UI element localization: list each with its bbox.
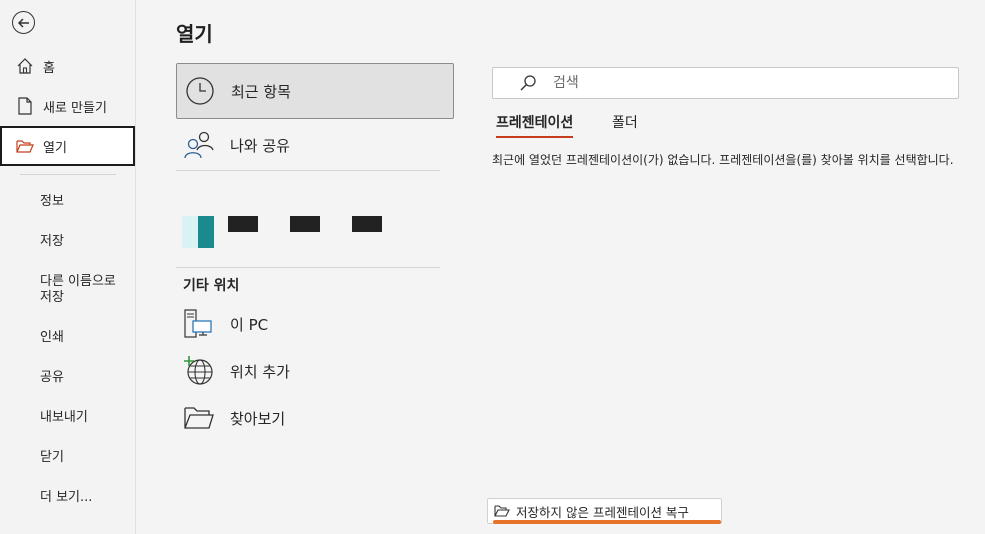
tab-folders[interactable]: 폴더 — [612, 112, 638, 136]
sidebar-item-more[interactable]: 더 보기... — [40, 490, 130, 506]
sidebar-item-info[interactable]: 정보 — [40, 194, 130, 210]
sidebar-item-export[interactable]: 내보내기 — [40, 410, 130, 426]
folder-open-icon — [15, 136, 35, 156]
globe-add-icon — [182, 354, 216, 388]
open-panel: 열기 최근 항목 나와 공유 기타 위치 이 PC 위치 추가 찾아보기 검색 … — [136, 0, 985, 534]
search-input[interactable] — [553, 75, 933, 91]
sidebar-divider — [20, 174, 116, 175]
sidebar-item-open[interactable]: 열기 — [0, 126, 135, 166]
clock-icon — [183, 74, 217, 108]
backstage-sidebar: 홈 새로 만들기 열기 정보 저장 다른 이름으로 저장 인쇄 공유 내보내기 … — [0, 0, 136, 534]
sidebar-item-save-as[interactable]: 다른 이름으로 저장 — [40, 274, 122, 306]
folder-icon — [182, 401, 216, 435]
location-label: 나와 공유 — [230, 136, 290, 155]
highlight-underline — [493, 520, 721, 524]
location-recent[interactable]: 최근 항목 — [176, 63, 454, 119]
new-document-icon — [15, 96, 35, 116]
section-divider — [176, 267, 440, 268]
redacted-block — [228, 216, 258, 232]
location-label: 찾아보기 — [230, 409, 286, 428]
sidebar-item-close[interactable]: 닫기 — [40, 450, 130, 466]
location-label: 이 PC — [230, 315, 269, 334]
location-label: 최근 항목 — [231, 82, 291, 101]
section-divider — [176, 170, 440, 171]
location-this-pc[interactable]: 이 PC — [176, 301, 454, 347]
recover-label: 저장하지 않은 프레젠테이션 복구 — [516, 504, 689, 520]
sidebar-item-print[interactable]: 인쇄 — [40, 330, 130, 346]
onedrive-tile[interactable] — [182, 214, 216, 248]
location-add-place[interactable]: 위치 추가 — [176, 348, 454, 394]
tab-presentations[interactable]: 프레젠테이션 — [496, 112, 574, 138]
sidebar-item-save[interactable]: 저장 — [40, 234, 130, 250]
location-browse[interactable]: 찾아보기 — [176, 395, 454, 441]
sidebar-item-label: 홈 — [43, 60, 55, 76]
back-button[interactable] — [12, 11, 35, 34]
sidebar-item-home[interactable]: 홈 — [0, 46, 136, 86]
folder-open-icon — [494, 505, 510, 517]
location-shared[interactable]: 나와 공유 — [176, 117, 454, 173]
search-field[interactable] — [492, 67, 959, 99]
sidebar-item-share[interactable]: 공유 — [40, 370, 130, 386]
sidebar-item-new[interactable]: 새로 만들기 — [0, 86, 136, 126]
sidebar-item-label: 열기 — [43, 140, 67, 156]
location-label: 위치 추가 — [230, 362, 290, 381]
empty-state-message: 최근에 열었던 프레젠테이션이(가) 없습니다. 프레젠테이션을(를) 찾아볼 … — [492, 153, 954, 167]
computer-icon — [182, 307, 216, 341]
arrow-left-icon — [17, 17, 29, 28]
sidebar-item-label: 새로 만들기 — [43, 100, 107, 116]
search-icon — [520, 75, 536, 91]
other-locations-heading: 기타 위치 — [183, 278, 240, 294]
redacted-block — [352, 216, 382, 232]
recent-account-tiles — [182, 214, 382, 248]
page-title: 열기 — [176, 22, 213, 46]
home-icon — [15, 56, 35, 76]
redacted-block — [290, 216, 320, 232]
people-icon — [182, 128, 216, 162]
